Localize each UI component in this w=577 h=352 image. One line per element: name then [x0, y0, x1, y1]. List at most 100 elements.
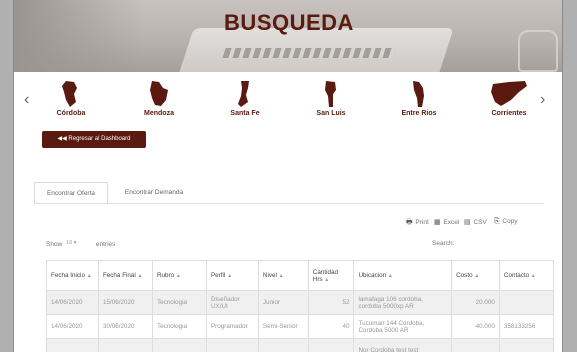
column-header-label: Perfil	[210, 272, 226, 279]
province-label: Corrientes	[491, 110, 527, 117]
table-row[interactable]: Nor Cordoba test test	[46, 338, 555, 352]
column-header-contacto[interactable]: Contacto ▲	[498, 260, 555, 291]
province-card-entre-rios[interactable]: Entre Rios	[384, 80, 454, 117]
table-cell	[307, 338, 355, 352]
search-input[interactable]	[460, 237, 540, 249]
column-header-label: Ubicacion	[358, 272, 387, 279]
banner-plant-image	[518, 30, 558, 72]
table-cell: 40	[307, 314, 355, 339]
province-carousel: ‹ Córdoba Mendoza Santa Fe San Luis Entr…	[14, 75, 562, 125]
sort-icon: ▲	[86, 273, 92, 279]
san-luis-map-icon	[325, 81, 336, 107]
table-cell: Nor Cordoba test test	[353, 338, 453, 352]
csv-button[interactable]: ▤ CSV	[464, 218, 487, 226]
excel-button[interactable]: ▦ Excel	[434, 218, 459, 226]
column-header-fecha-inicio[interactable]: Fecha Inicio ▲	[46, 260, 99, 291]
chevron-right-icon[interactable]: ›	[540, 91, 545, 109]
table-cell: Tucuman 144 Córdoba, Cordoba 5000 AR	[353, 314, 453, 339]
table-row[interactable]: 14/06/2020 15/06/2020 Tecnologia Diseñad…	[46, 290, 555, 315]
header-banner: BUSQUEDA	[14, 0, 562, 72]
table-cell: Programador	[205, 314, 259, 339]
back-to-dashboard-button[interactable]: ◀◀ Regresar al Dashboard	[42, 131, 146, 148]
table-cell: Tecnologia	[151, 290, 207, 315]
column-header-label: Contacto	[503, 272, 530, 279]
excel-label: Excel	[443, 219, 460, 226]
table-header-row: Fecha Inicio ▲ Fecha Final ▲ Rubro ▲ Per…	[46, 260, 555, 291]
table-cell: Tecnologia	[151, 314, 207, 339]
table-cell: Semi-Senior	[257, 314, 309, 339]
province-card-santa-fe[interactable]: Santa Fe	[210, 80, 280, 117]
column-header-fecha-final[interactable]: Fecha Final ▲	[97, 260, 153, 291]
table-cell: 40.000	[451, 314, 500, 339]
results-table: Fecha Inicio ▲ Fecha Final ▲ Rubro ▲ Per…	[46, 260, 555, 352]
print-button[interactable]: 🖶 Print	[406, 218, 429, 229]
province-label: Entre Rios	[401, 110, 437, 117]
province-card-corrientes[interactable]: Corrientes	[474, 80, 544, 117]
show-label: Show	[46, 241, 63, 249]
table-cell: lamafaga 106 cordoba, cordoba 5000xp AR	[353, 290, 453, 315]
sort-icon: ▲	[227, 273, 233, 279]
column-header-cantidad-hrs[interactable]: Cantidad Hrs ▲	[307, 260, 355, 291]
tab-divider	[34, 203, 544, 204]
sort-icon: ▲	[474, 273, 480, 279]
tab-encontrar-demanda[interactable]: Encontrar Demanda	[112, 182, 196, 204]
column-header-label: Rubro	[156, 272, 175, 279]
table-cell: 20.000	[451, 290, 500, 315]
table-cell	[46, 338, 99, 352]
table-cell: 14/06/2020	[46, 290, 99, 315]
table-cell: Diseñador UX/UI	[205, 290, 259, 315]
province-card-cordoba[interactable]: Córdoba	[36, 80, 106, 117]
column-header-label: Fecha Final	[102, 272, 136, 279]
column-header-perfil[interactable]: Perfil ▲	[205, 260, 259, 291]
sort-icon: ▲	[387, 273, 393, 279]
tab-encontrar-oferta[interactable]: Encontrar Oferta	[34, 182, 108, 204]
chevron-left-icon[interactable]: ‹	[24, 91, 29, 109]
copy-label: Copy	[502, 218, 518, 225]
column-header-label: Fecha Inicio	[51, 272, 85, 279]
table-row[interactable]: 14/06/2020 30/06/2020 Tecnologia Program…	[46, 314, 555, 339]
sort-icon: ▲	[324, 276, 330, 283]
search-label: Search:	[432, 240, 455, 247]
province-label: Mendoza	[144, 110, 174, 117]
province-card-san-luis[interactable]: San Luis	[296, 80, 366, 117]
copy-button[interactable]: ⎘ Copy	[494, 218, 518, 226]
santa-fe-map-icon	[238, 81, 249, 107]
column-header-costo[interactable]: Costo ▲	[451, 260, 500, 291]
csv-label: CSV	[473, 219, 487, 226]
table-cell: Junior	[257, 290, 309, 315]
csv-icon: ▤	[464, 219, 471, 226]
table-cell: 30/06/2020	[97, 314, 153, 339]
table-cell	[97, 338, 153, 352]
banner-keyboard-image	[222, 48, 396, 58]
sort-icon: ▲	[175, 273, 181, 279]
table-cell	[498, 338, 555, 352]
entre-rios-map-icon	[413, 81, 424, 107]
table-cell: 15/06/2020	[97, 290, 153, 315]
table-cell: 14/06/2020	[46, 314, 99, 339]
sort-icon: ▲	[137, 273, 143, 279]
corrientes-map-icon	[491, 81, 527, 106]
entries-control: Show 10 ▾ entries	[46, 240, 115, 249]
column-header-ubicacion[interactable]: Ubicacion ▲	[353, 260, 453, 291]
print-label: Print	[415, 219, 429, 226]
table-cell	[205, 338, 259, 352]
province-card-mendoza[interactable]: Mendoza	[124, 80, 194, 117]
province-label: San Luis	[316, 110, 346, 117]
table-cell	[498, 290, 555, 315]
sort-icon: ▲	[278, 273, 284, 279]
page-title: BUSQUEDA	[224, 10, 354, 35]
sort-icon: ▲	[530, 273, 536, 279]
entries-label: entries	[95, 241, 116, 249]
table-cell	[257, 338, 309, 352]
column-header-label: Nivel	[262, 272, 277, 279]
table-cell	[451, 338, 500, 352]
column-header-nivel[interactable]: Nivel ▲	[257, 260, 309, 291]
province-label: Córdoba	[56, 110, 86, 117]
app-frame: BUSQUEDA ‹ Córdoba Mendoza Santa Fe San …	[13, 0, 563, 352]
mendoza-map-icon	[150, 81, 168, 106]
excel-icon: ▦	[434, 219, 441, 226]
entries-select[interactable]: 10 ▾	[66, 240, 92, 249]
column-header-rubro[interactable]: Rubro ▲	[151, 260, 207, 291]
printer-icon: 🖶	[406, 219, 413, 226]
table-cell: 52	[307, 290, 355, 315]
